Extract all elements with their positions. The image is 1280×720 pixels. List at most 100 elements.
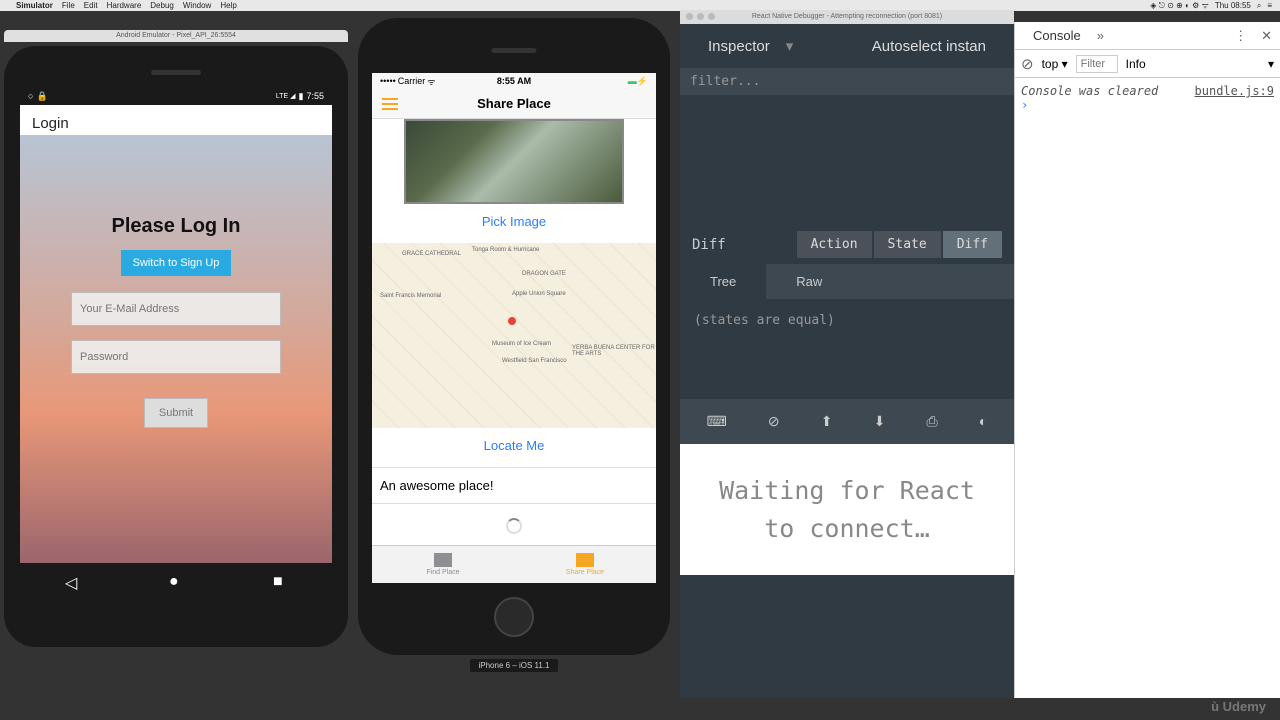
- traffic-lights[interactable]: [686, 13, 715, 20]
- tab-find-place[interactable]: Find Place: [372, 546, 514, 583]
- ios-time: 8:55 AM: [497, 76, 531, 86]
- carrier-label: Carrier: [398, 76, 426, 86]
- spotlight-icon[interactable]: ⌕: [1257, 1, 1261, 11]
- android-emulator-window: Android Emulator - Pixel_API_26:5554 ○🔒 …: [4, 30, 348, 647]
- locate-me-button[interactable]: Locate Me: [372, 428, 656, 467]
- raw-tab[interactable]: Raw: [766, 264, 852, 299]
- react-waiting: Waiting for React to connect…: [680, 444, 1014, 575]
- tab-share-place[interactable]: Share Place: [514, 546, 656, 583]
- signal-icon: LTE ◢: [276, 92, 296, 100]
- devtools-panel: Console » ⋮ ✕ ⊘ top ▾ Info ▾ bundle.js:9…: [1014, 22, 1280, 698]
- menu-app[interactable]: Simulator: [16, 1, 53, 10]
- more-tabs-icon[interactable]: »: [1097, 28, 1104, 43]
- android-statusbar: ○🔒 LTE ◢ ▮ 7:55: [20, 87, 332, 105]
- android-window-title: Android Emulator - Pixel_API_26:5554: [4, 30, 348, 42]
- rn-window-title: React Native Debugger - Attempting recon…: [752, 13, 942, 20]
- diff-label: Diff: [692, 237, 726, 253]
- rn-debugger-window: React Native Debugger - Attempting recon…: [680, 10, 1014, 698]
- rn-tabs: Inspector ▾ Autoselect instan: [680, 24, 1014, 68]
- menu-debug[interactable]: Debug: [150, 1, 174, 10]
- console-prompt[interactable]: ›: [1021, 98, 1274, 112]
- phone-speaker: [151, 70, 201, 75]
- tree-tab[interactable]: Tree: [680, 264, 766, 299]
- menubar-clock: Thu 08:55: [1215, 1, 1251, 10]
- wifi-icon: ᯤ: [427, 75, 435, 88]
- action-button[interactable]: Action: [797, 231, 872, 258]
- switch-signup-button[interactable]: Switch to Sign Up: [121, 250, 232, 276]
- menubar-icons[interactable]: ◈ ⎋ ⊙ ⊕ ◐ ⚙ ᯤ: [1150, 0, 1209, 11]
- context-select[interactable]: top ▾: [1042, 57, 1068, 71]
- action-list: [680, 95, 1014, 225]
- place-name-input[interactable]: An awesome place!: [372, 467, 656, 504]
- android-phone-frame: ○🔒 LTE ◢ ▮ 7:55 Login Please Log In Swit…: [4, 46, 348, 647]
- chevron-down-icon[interactable]: ▾: [1268, 57, 1274, 71]
- toolbar: ⌨ ⊘ ⬆ ⬇ ⎙ ◐: [680, 399, 1014, 444]
- ios-statusbar: •••••Carrierᯤ 8:55 AM ▬⚡: [372, 73, 656, 89]
- upload-icon[interactable]: ⬆: [811, 409, 843, 434]
- home-icon[interactable]: ●: [169, 573, 183, 587]
- share-place-content: Pick Image GRACE CATHEDRAL Tonga Room & …: [372, 119, 656, 549]
- source-link[interactable]: bundle.js:9: [1195, 84, 1274, 98]
- console-body: bundle.js:9 Console was cleared ›: [1015, 78, 1280, 118]
- mac-menubar: Simulator File Edit Hardware Debug Windo…: [0, 0, 1280, 11]
- view-tabs: Tree Raw: [680, 264, 1014, 299]
- clear-icon[interactable]: ⊘: [1021, 55, 1034, 73]
- print-icon[interactable]: ⎙: [917, 409, 948, 434]
- battery-icon: ▬⚡: [628, 76, 648, 87]
- tab-label: Find Place: [426, 569, 459, 576]
- picked-image: [404, 119, 624, 204]
- map-pin-icon: [508, 317, 516, 325]
- menu-window[interactable]: Window: [183, 1, 211, 10]
- device-label: iPhone 6 – iOS 11.1: [470, 659, 557, 672]
- lock-icon: 🔒: [36, 91, 47, 102]
- menu-icon[interactable]: ⋮: [1234, 28, 1247, 44]
- menu-hardware[interactable]: Hardware: [107, 1, 142, 10]
- keyboard-icon[interactable]: ⌨: [697, 409, 737, 434]
- loading-spinner-icon: [506, 518, 522, 534]
- autoselect-tab[interactable]: Autoselect instan: [860, 38, 998, 55]
- battery-icon: ▮: [299, 91, 304, 102]
- android-screen: ○🔒 LTE ◢ ▮ 7:55 Login Please Log In Swit…: [20, 87, 332, 597]
- inspector-tab[interactable]: Inspector: [696, 38, 782, 55]
- state-button[interactable]: State: [874, 231, 941, 258]
- android-navbar: ◁ ● ■: [20, 563, 332, 597]
- pick-image-button[interactable]: Pick Image: [372, 204, 656, 243]
- diff-bar: Diff Action State Diff: [680, 225, 1014, 264]
- filter-input[interactable]: filter...: [680, 68, 1014, 95]
- menu-help[interactable]: Help: [220, 1, 236, 10]
- home-button[interactable]: [494, 597, 534, 637]
- menu-file[interactable]: File: [62, 1, 75, 10]
- password-field[interactable]: [71, 340, 281, 374]
- map-icon: [434, 553, 452, 567]
- console-message: Console was cleared: [1021, 84, 1158, 98]
- bulb-icon[interactable]: ◐: [969, 409, 997, 434]
- ios-navbar: Share Place: [372, 89, 656, 119]
- cancel-icon[interactable]: ⊘: [758, 409, 790, 434]
- menu-edit[interactable]: Edit: [84, 1, 98, 10]
- console-toolbar: ⊘ top ▾ Info ▾: [1015, 50, 1280, 78]
- submit-button[interactable]: Submit: [144, 398, 208, 428]
- iphone-screen: •••••Carrierᯤ 8:55 AM ▬⚡ Share Place Pic…: [372, 73, 656, 583]
- close-icon[interactable]: ✕: [1261, 28, 1272, 44]
- devtools-tabs: Console » ⋮ ✕: [1015, 22, 1280, 50]
- login-content: Please Log In Switch to Sign Up Submit: [20, 135, 332, 597]
- login-heading: Please Log In: [112, 215, 241, 238]
- back-icon[interactable]: ◁: [65, 573, 79, 587]
- share-icon: [576, 553, 594, 567]
- siri-icon[interactable]: ≡: [1267, 1, 1272, 10]
- download-icon[interactable]: ⬇: [864, 409, 896, 434]
- email-field[interactable]: [71, 292, 281, 326]
- console-tab[interactable]: Console: [1023, 28, 1091, 43]
- iphone-speaker: [492, 48, 537, 53]
- map-preview[interactable]: GRACE CATHEDRAL Tonga Room & Hurricane D…: [372, 243, 656, 428]
- rn-titlebar: React Native Debugger - Attempting recon…: [680, 10, 1014, 24]
- status-time: 7:55: [306, 91, 324, 101]
- iphone-frame: •••••Carrierᯤ 8:55 AM ▬⚡ Share Place Pic…: [358, 18, 670, 655]
- menu-icon[interactable]: [382, 98, 398, 110]
- recent-icon[interactable]: ■: [273, 573, 287, 587]
- diff-button[interactable]: Diff: [943, 231, 1002, 258]
- ios-tabbar: Find Place Share Place: [372, 545, 656, 583]
- filter-input[interactable]: [1076, 55, 1118, 73]
- chevron-down-icon[interactable]: ▾: [786, 37, 794, 55]
- level-select[interactable]: Info: [1126, 57, 1146, 71]
